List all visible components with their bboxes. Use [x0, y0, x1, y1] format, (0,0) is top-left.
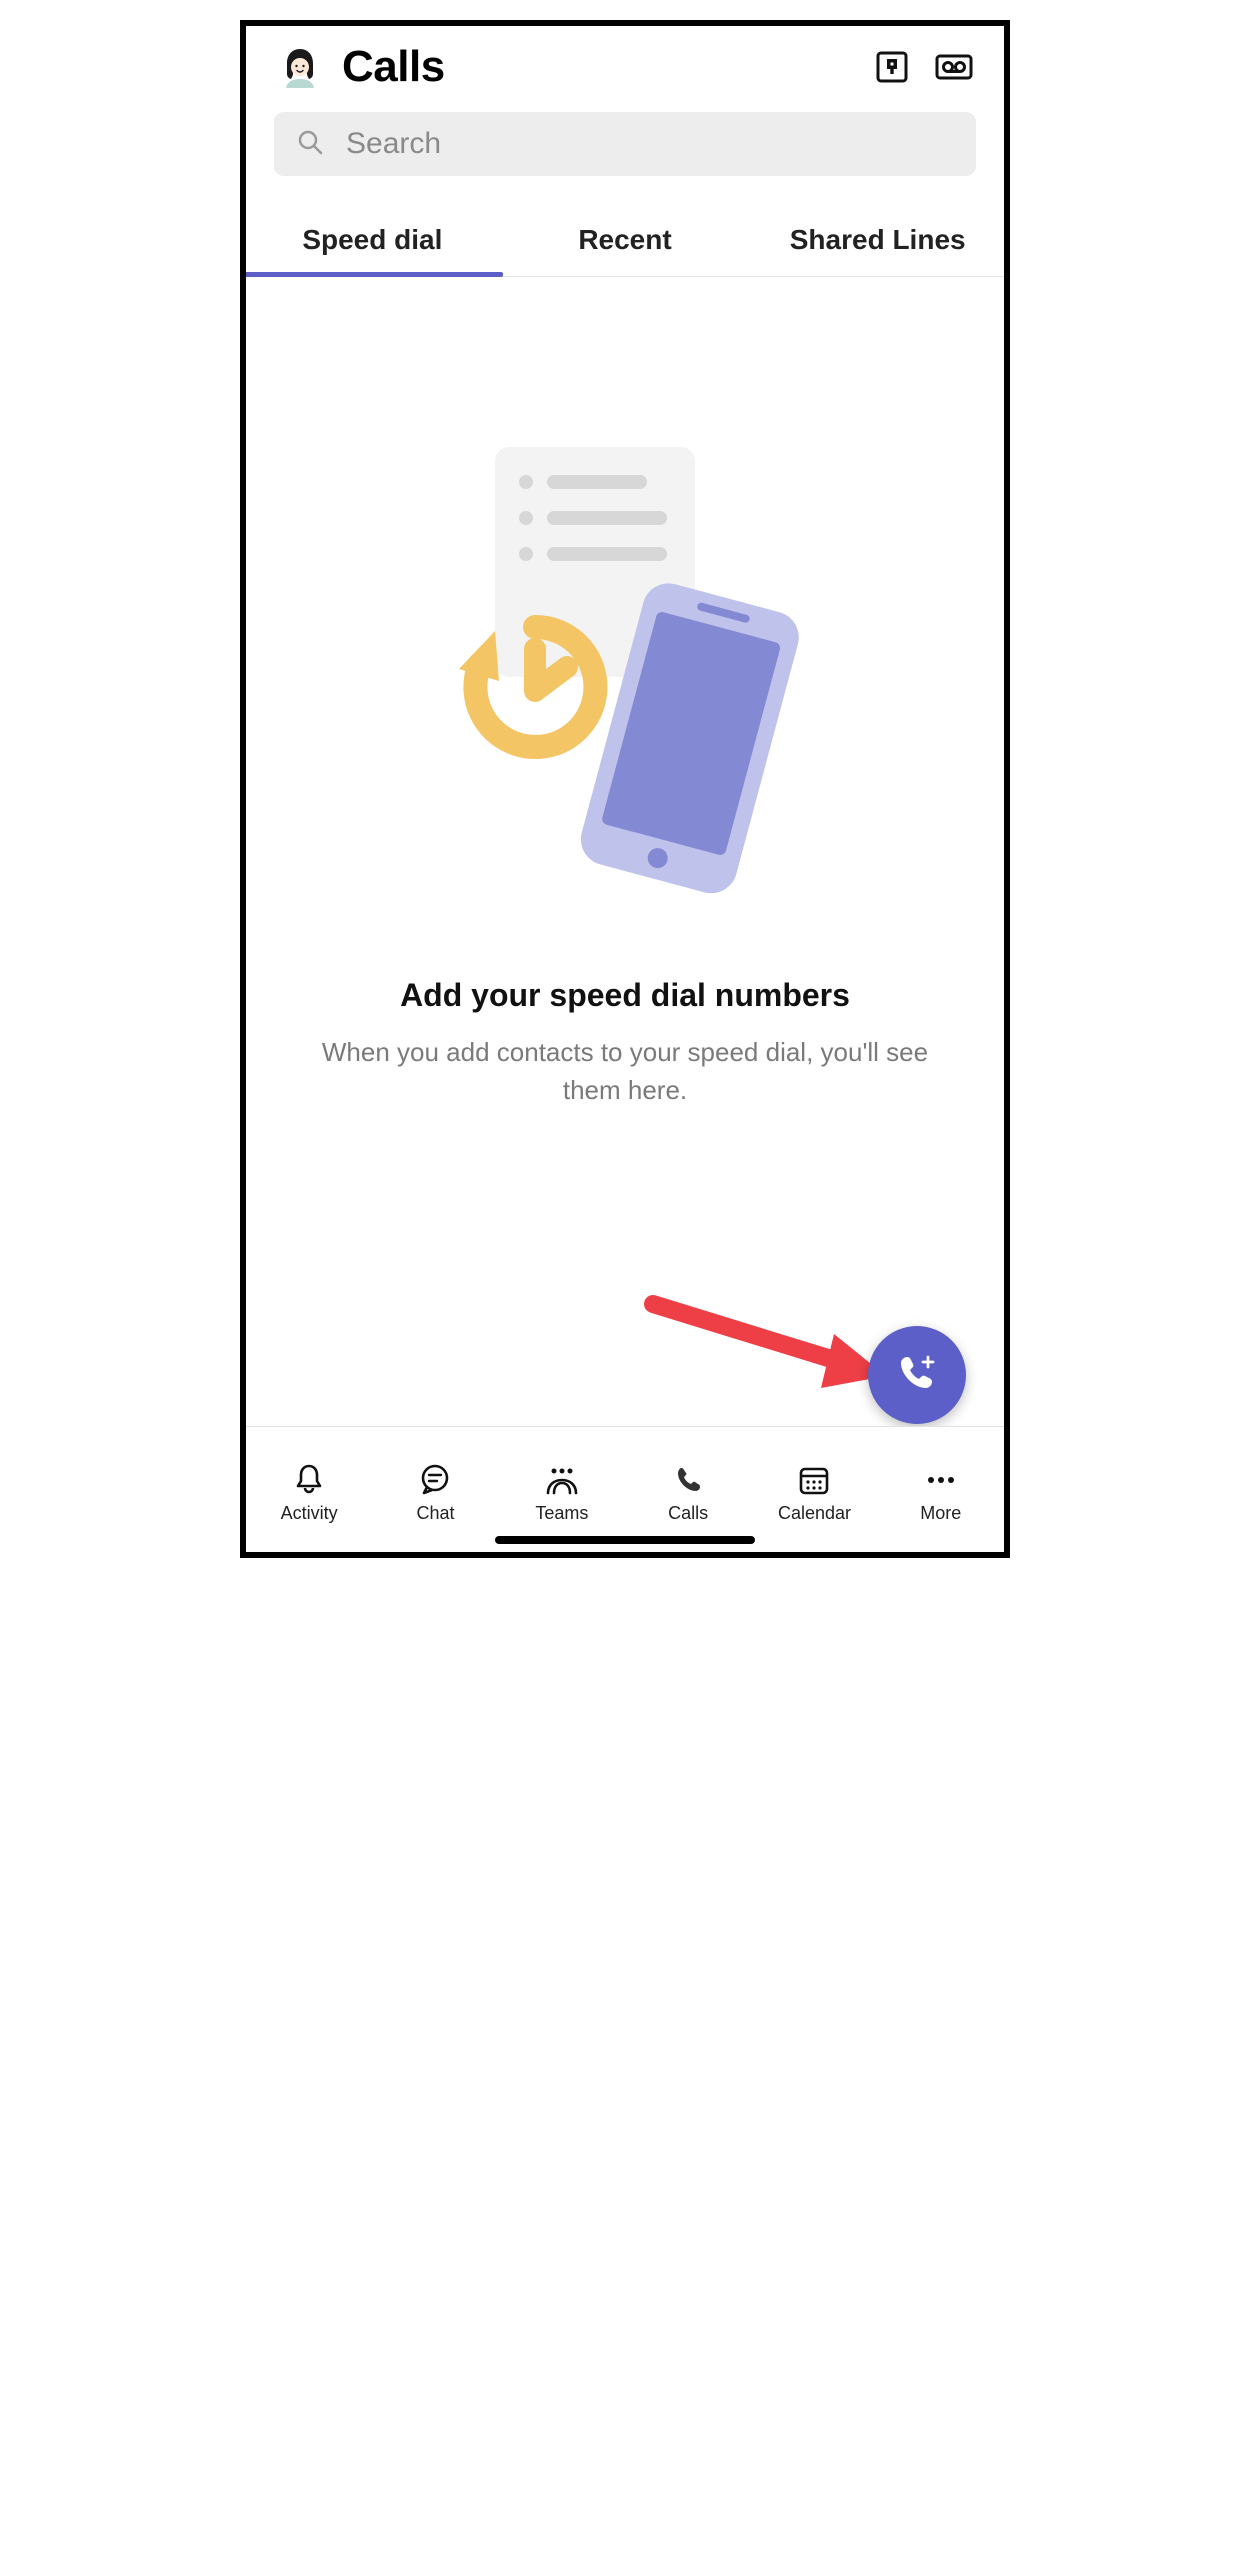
- home-indicator: [495, 1536, 755, 1544]
- more-icon: [924, 1461, 958, 1499]
- nav-label: Teams: [535, 1503, 588, 1524]
- nav-calls[interactable]: Calls: [625, 1427, 751, 1552]
- tab-shared-lines[interactable]: Shared Lines: [751, 212, 1004, 276]
- page-title: Calls: [342, 42, 854, 92]
- teams-icon: [542, 1461, 582, 1499]
- make-call-fab[interactable]: [868, 1326, 966, 1424]
- bell-icon: [294, 1461, 324, 1499]
- search-field[interactable]: [274, 112, 976, 176]
- empty-state-title: Add your speed dial numbers: [400, 977, 850, 1014]
- tab-recent[interactable]: Recent: [499, 212, 752, 276]
- search-icon: [296, 128, 324, 161]
- bottom-navigation: Activity Chat Teams Calls: [246, 1426, 1004, 1552]
- phone-icon: [555, 567, 815, 912]
- nav-label: Activity: [281, 1503, 338, 1524]
- app-screen: Calls: [240, 20, 1010, 1558]
- nav-label: Calls: [668, 1503, 708, 1524]
- nav-teams[interactable]: Teams: [499, 1427, 625, 1552]
- nav-calendar[interactable]: Calendar: [751, 1427, 877, 1552]
- empty-state-subtitle: When you add contacts to your speed dial…: [246, 1034, 1004, 1109]
- search-bar: [246, 106, 1004, 190]
- nav-more[interactable]: More: [878, 1427, 1004, 1552]
- chat-icon: [418, 1461, 452, 1499]
- call-add-icon: [895, 1351, 939, 1400]
- voicemail-button[interactable]: [934, 47, 974, 87]
- empty-state-illustration: [445, 447, 805, 897]
- call-icon: [672, 1461, 704, 1499]
- tab-label: Speed dial: [302, 224, 442, 255]
- search-input[interactable]: [346, 127, 954, 161]
- nav-label: Calendar: [778, 1503, 851, 1524]
- dialpad-button[interactable]: [872, 47, 912, 87]
- header-actions: [872, 47, 974, 87]
- tab-label: Shared Lines: [790, 224, 966, 255]
- calendar-icon: [797, 1461, 831, 1499]
- nav-label: Chat: [416, 1503, 454, 1524]
- tabs: Speed dial Recent Shared Lines: [246, 190, 1004, 277]
- nav-label: More: [920, 1503, 961, 1524]
- nav-activity[interactable]: Activity: [246, 1427, 372, 1552]
- tab-speed-dial[interactable]: Speed dial: [246, 212, 499, 276]
- avatar[interactable]: [276, 43, 324, 91]
- header: Calls: [246, 26, 1004, 106]
- nav-chat[interactable]: Chat: [372, 1427, 498, 1552]
- tab-label: Recent: [578, 224, 671, 255]
